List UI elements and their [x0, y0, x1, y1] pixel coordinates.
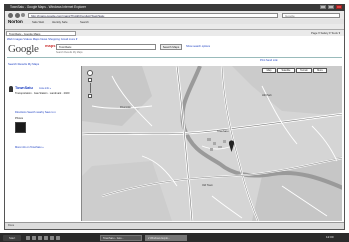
status-bar — [5, 222, 344, 229]
quicklaunch-icon[interactable] — [50, 235, 54, 240]
map-label: Hill Park — [262, 94, 272, 97]
forward-icon[interactable] — [15, 12, 20, 18]
toolbar-search[interactable]: Search — [80, 20, 89, 24]
address-bar[interactable]: http://maps.google.com/maps?f=q&hl=en&q=… — [28, 12, 278, 18]
pan-control-icon[interactable] — [87, 70, 93, 76]
taskbar-item[interactable]: TownSatu - Goo... — [100, 234, 142, 241]
close-button[interactable] — [336, 5, 342, 9]
toolbar-safe-web[interactable]: Safe Web — [32, 20, 44, 24]
zoom-out-icon[interactable] — [88, 94, 92, 98]
search-options-link[interactable]: Show search options — [186, 45, 210, 48]
quicklaunch-icon[interactable] — [38, 235, 42, 240]
results-panel — [6, 61, 81, 221]
window-title: TownSatu - Google Maps - Windows Interne… — [10, 5, 87, 9]
result-title[interactable]: TownSatu — [15, 86, 33, 90]
map-label: Old Town — [202, 184, 213, 187]
command-bar[interactable]: Page ▾ Safety ▾ Tools ▾ — [80, 31, 344, 35]
map-label: Riverside — [120, 106, 131, 109]
marker-pin-icon — [9, 86, 13, 92]
start-button[interactable]: Start — [3, 234, 21, 241]
photos-label: Photos — [15, 117, 24, 120]
map-view[interactable]: Riverside TownSatu Hill Park Old Town — [81, 66, 342, 221]
maximize-button[interactable] — [328, 5, 334, 9]
toolbar-identity-safe[interactable]: Identity Safe — [52, 20, 68, 24]
directions-link[interactable]: Directions Search nearby Save to ▾ — [15, 111, 56, 114]
search-maps-button[interactable]: Search Maps — [160, 44, 182, 50]
results-tabs[interactable]: Search Results My Maps — [8, 62, 39, 66]
dropdown-icon[interactable] — [21, 13, 25, 17]
quicklaunch-icon[interactable] — [26, 235, 30, 240]
zoom-control[interactable] — [86, 70, 94, 100]
map-type-terrain[interactable]: Terrain — [296, 68, 312, 73]
more-info-link[interactable]: More info on TownSatu » — [15, 146, 44, 149]
result-more-link[interactable]: more info » — [39, 87, 51, 90]
photo-thumbnail[interactable] — [15, 122, 26, 133]
taskbar-clock: 12:00 — [326, 234, 334, 239]
taskbar-item[interactable]: 2 Windows Explo... — [145, 234, 187, 241]
map-type-satellite[interactable]: Satellite — [277, 68, 295, 73]
norton-logo: Norton — [8, 19, 23, 24]
browser-search-input[interactable]: Google — [282, 12, 340, 18]
map-type-map[interactable]: Map — [262, 68, 276, 73]
map-top-links[interactable]: Print Send Link — [260, 59, 278, 62]
map-canvas — [82, 66, 342, 221]
google-logo[interactable]: Google — [8, 43, 39, 55]
map-type-more[interactable]: More — [313, 68, 327, 73]
maps-logo-label: maps — [45, 43, 56, 48]
zoom-in-icon[interactable] — [88, 78, 92, 82]
google-nav-links[interactable]: Web Images Videos Maps News Shopping Gma… — [7, 37, 77, 41]
maps-search-input[interactable]: TownSatu — [56, 44, 156, 50]
search-subline: Search Results My Maps — [56, 51, 83, 54]
map-label: TownSatu — [217, 130, 229, 133]
back-icon[interactable] — [8, 12, 13, 18]
result-description: Transportation · Gas Station · Landmark … — [15, 92, 70, 95]
favorites-bar — [5, 25, 344, 30]
quicklaunch-icon[interactable] — [32, 235, 36, 240]
quicklaunch-icon[interactable] — [44, 235, 48, 240]
browser-tab[interactable]: TownSatu - Google Maps — [6, 30, 76, 36]
divider — [7, 57, 342, 58]
quicklaunch-icon[interactable] — [56, 235, 60, 240]
minimize-button[interactable] — [320, 5, 326, 9]
zoom-slider[interactable] — [89, 83, 91, 93]
status-text: Done — [8, 223, 15, 227]
